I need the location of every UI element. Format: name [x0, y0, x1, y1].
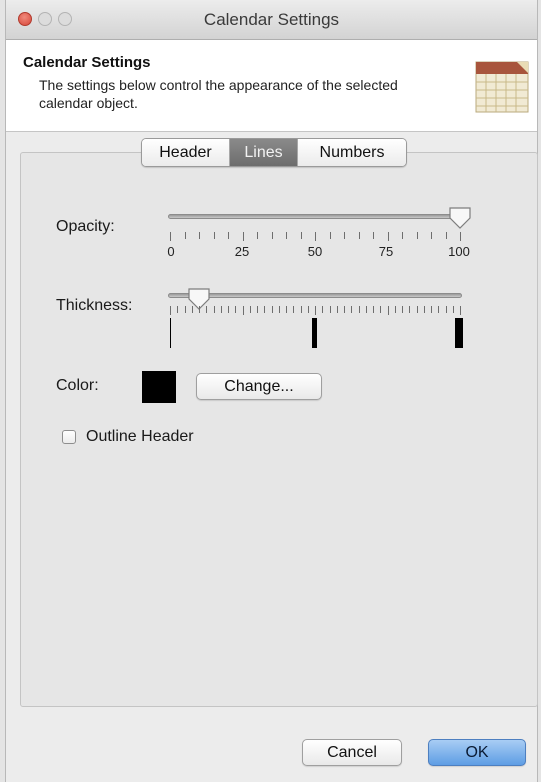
tick-mark [199, 232, 200, 239]
tick-mark [460, 306, 461, 315]
opacity-tick-label-50: 50 [307, 244, 323, 259]
tick-mark [344, 306, 345, 313]
tick-mark [250, 306, 251, 313]
tick-mark [301, 306, 302, 313]
tick-mark [308, 306, 309, 313]
opacity-slider-track [168, 214, 462, 219]
tick-mark [460, 232, 461, 241]
tick-mark [257, 232, 258, 239]
tick-mark [330, 306, 331, 313]
tab-numbers[interactable]: Numbers [298, 139, 406, 166]
medium-line-sample [312, 318, 317, 348]
tick-mark [243, 232, 244, 241]
tab-lines[interactable]: Lines [230, 139, 298, 166]
opacity-slider-knob[interactable] [447, 205, 473, 231]
tick-mark [431, 232, 432, 239]
calendar-icon [475, 61, 529, 113]
tick-mark [359, 306, 360, 313]
tick-mark [337, 306, 338, 313]
header-title: Calendar Settings [23, 54, 151, 71]
tick-mark [272, 306, 273, 313]
settings-tab-bar: Header Lines Numbers [141, 138, 407, 167]
tick-mark [417, 232, 418, 239]
title-bar: Calendar Settings [6, 0, 537, 40]
ok-button[interactable]: OK [428, 739, 526, 766]
header-description: The settings below control the appearanc… [39, 77, 398, 111]
opacity-tick-label-25: 25 [234, 244, 250, 259]
tick-mark [373, 306, 374, 313]
outline-header-label[interactable]: Outline Header [86, 428, 194, 446]
tick-mark [417, 306, 418, 313]
tick-mark [206, 306, 207, 313]
window-title: Calendar Settings [203, 10, 340, 29]
thick-line-sample [455, 318, 463, 348]
tick-mark [272, 232, 273, 239]
tick-mark [170, 232, 171, 241]
outline-header-checkbox[interactable] [62, 430, 76, 444]
tick-mark [402, 306, 403, 313]
tick-mark [453, 306, 454, 313]
thickness-slider-track [168, 293, 462, 298]
color-label: Color: [56, 377, 99, 394]
tick-mark [359, 232, 360, 239]
tick-mark [279, 306, 280, 313]
thin-line-sample [170, 318, 171, 348]
tick-mark [351, 306, 352, 313]
opacity-label: Opacity: [56, 218, 115, 235]
opacity-tick-label-100: 100 [448, 244, 470, 259]
tick-mark [177, 306, 178, 313]
tick-mark [395, 306, 396, 313]
change-color-button[interactable]: Change... [196, 373, 322, 400]
tick-mark [214, 306, 215, 313]
color-swatch[interactable] [142, 371, 176, 403]
tick-mark [330, 232, 331, 239]
tick-mark [424, 306, 425, 313]
tick-mark [344, 232, 345, 239]
dialog-header: Calendar Settings The settings below con… [6, 40, 537, 132]
tick-mark [286, 232, 287, 239]
tick-mark [257, 306, 258, 313]
tick-mark [235, 306, 236, 313]
tick-mark [402, 232, 403, 239]
tick-mark [373, 232, 374, 239]
tick-mark [438, 306, 439, 313]
cancel-button[interactable]: Cancel [302, 739, 402, 766]
thickness-label: Thickness: [56, 297, 133, 314]
tick-mark [315, 306, 316, 315]
tick-mark [388, 232, 389, 241]
tick-mark [228, 306, 229, 313]
tick-mark [243, 306, 244, 315]
tick-mark [315, 232, 316, 241]
tick-mark [322, 306, 323, 313]
tick-mark [431, 306, 432, 313]
tick-mark [286, 306, 287, 313]
opacity-tick-label-0: 0 [167, 244, 175, 259]
tick-mark [409, 306, 410, 313]
tick-mark [192, 306, 193, 313]
opacity-tick-label-75: 75 [378, 244, 394, 259]
tick-mark [446, 232, 447, 239]
tick-mark [185, 306, 186, 313]
tick-mark [199, 306, 200, 313]
tick-mark [264, 306, 265, 313]
tick-mark [446, 306, 447, 313]
tick-mark [301, 232, 302, 239]
tab-header[interactable]: Header [142, 139, 230, 166]
tick-mark [214, 232, 215, 239]
tick-mark [185, 232, 186, 239]
tick-mark [380, 306, 381, 313]
tick-mark [228, 232, 229, 239]
tick-mark [366, 306, 367, 313]
tick-mark [388, 306, 389, 315]
tick-mark [293, 306, 294, 313]
tick-mark [170, 306, 171, 315]
tick-mark [221, 306, 222, 313]
